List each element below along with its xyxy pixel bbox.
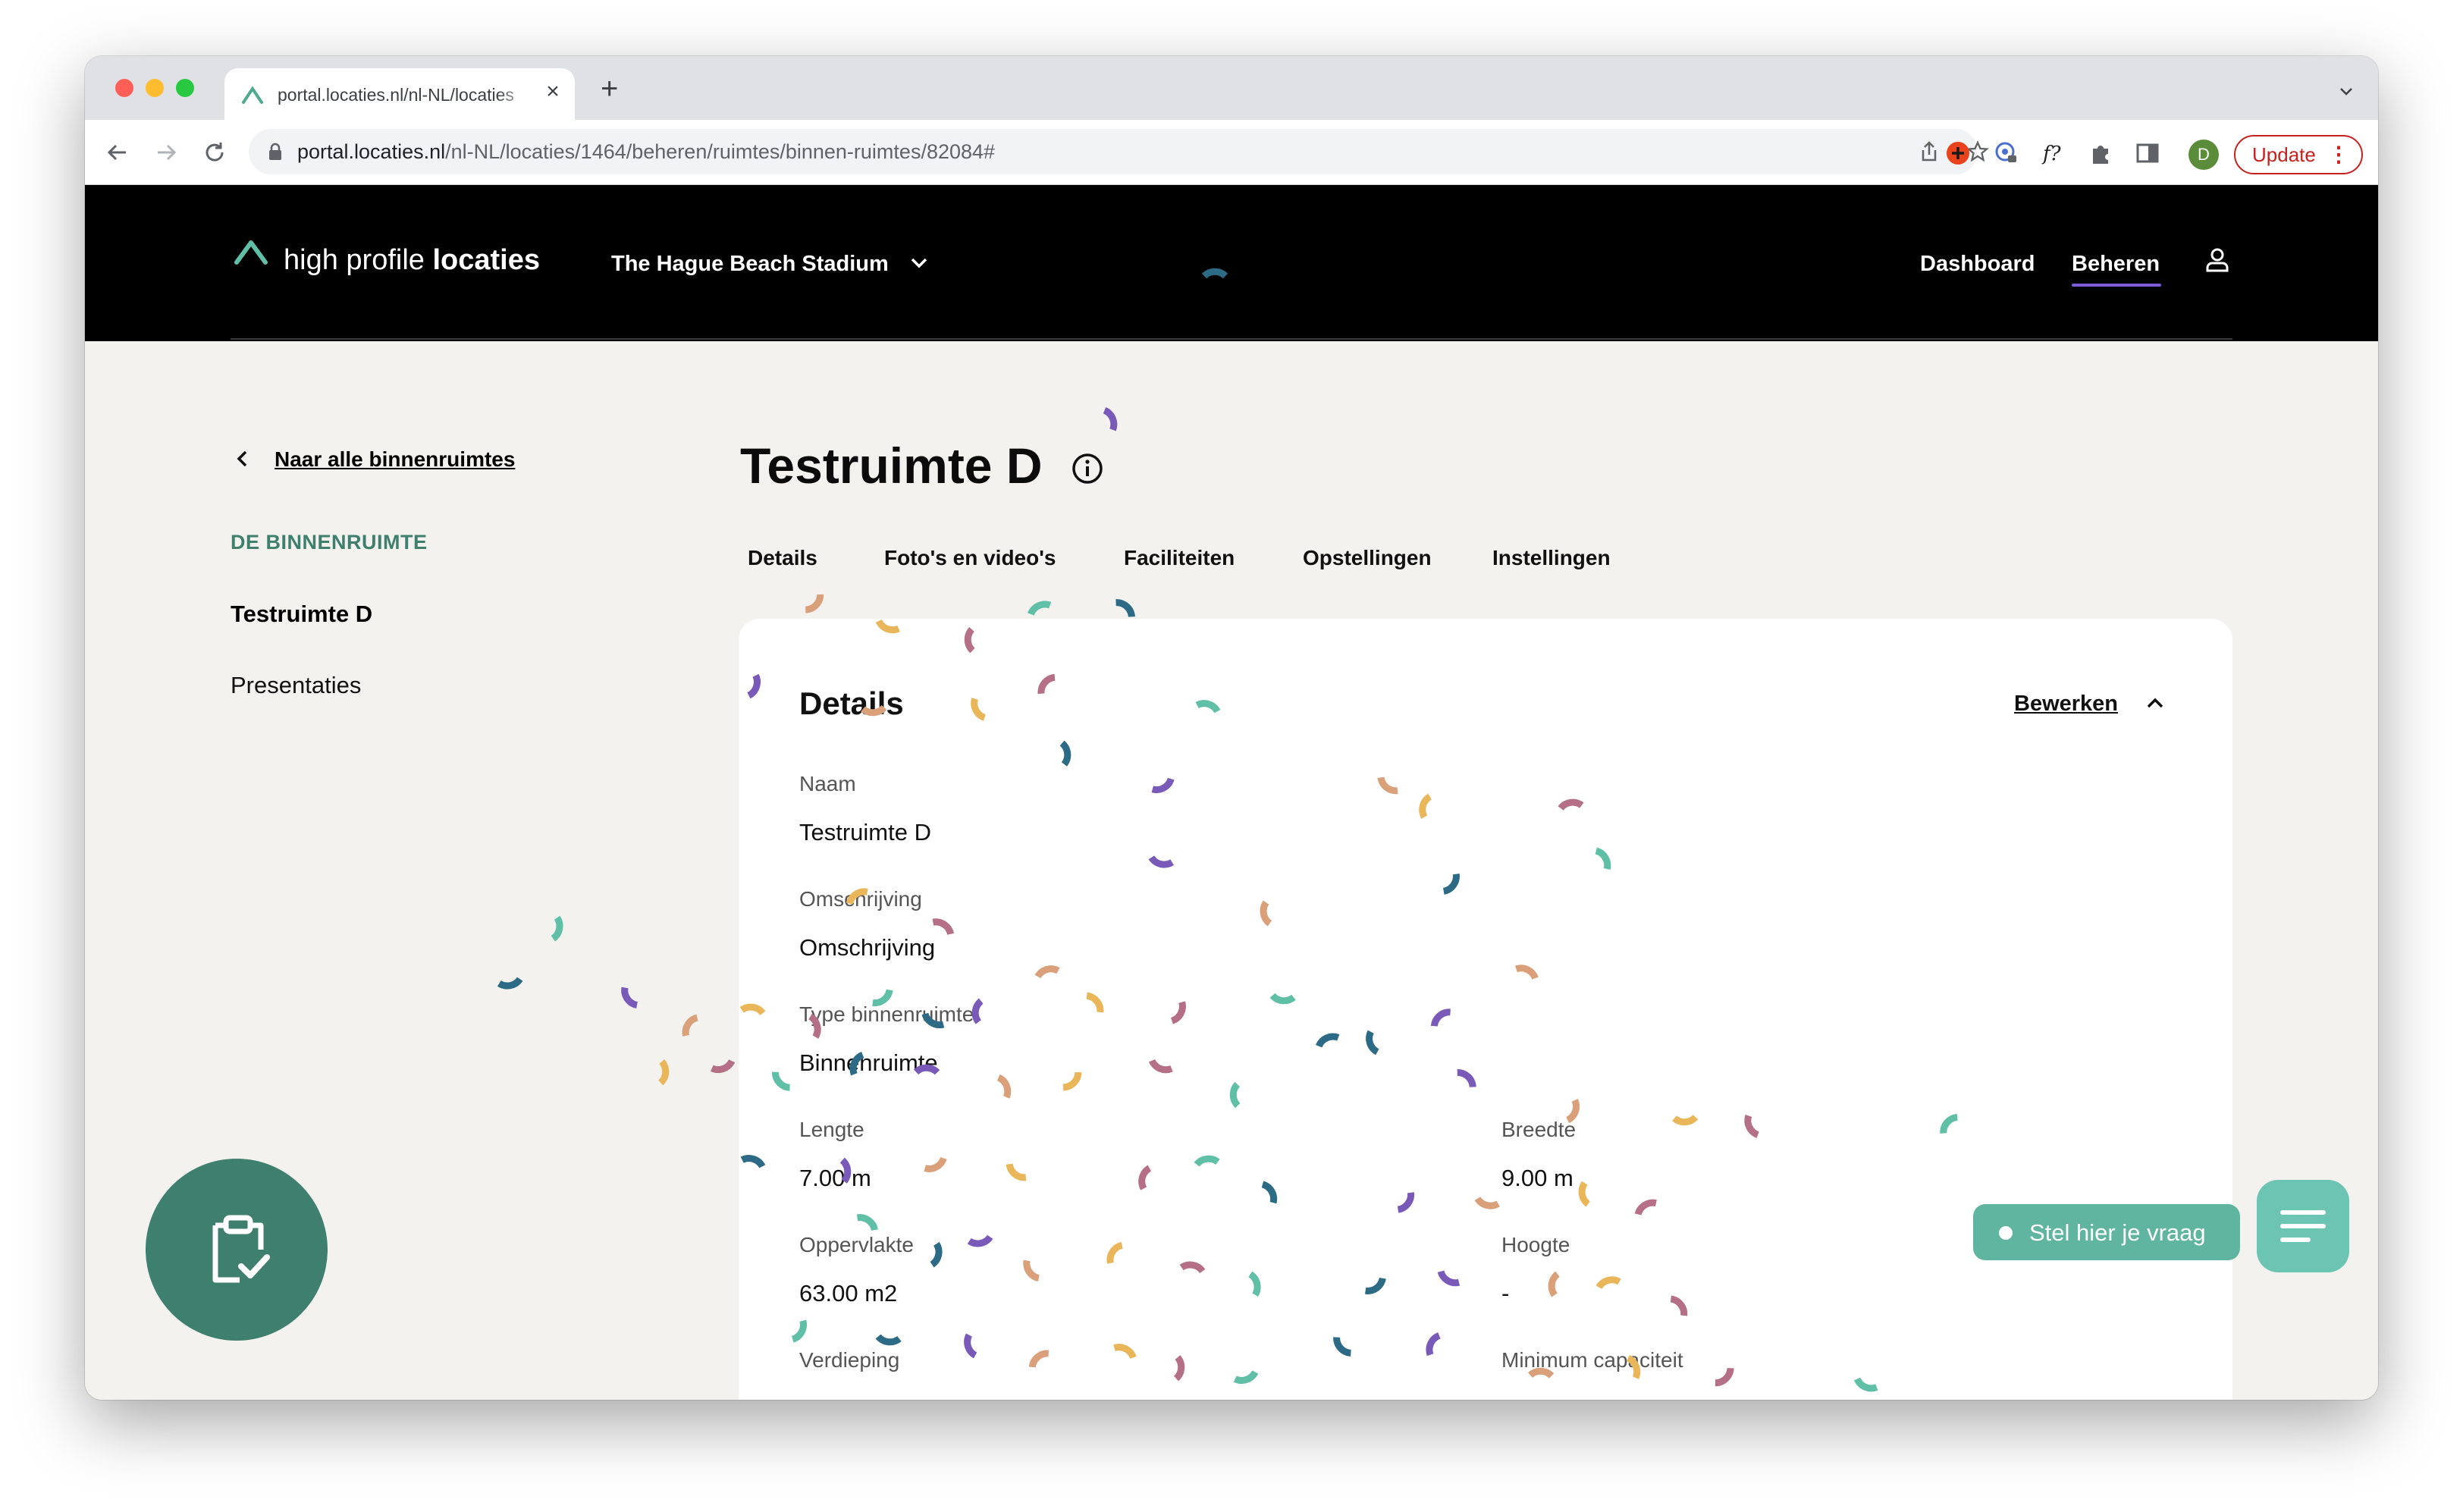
chevron-down-icon[interactable]: [908, 255, 930, 271]
confetti-piece: [1115, 599, 1135, 618]
online-dot: [1999, 1226, 2013, 1240]
venue-selector[interactable]: The Hague Beach Stadium: [611, 252, 889, 277]
field-label-oppervlakte: Oppervlakte: [799, 1233, 914, 1256]
edit-button[interactable]: Bewerken: [2014, 692, 2118, 717]
info-icon[interactable]: [1071, 452, 1104, 485]
tab-title: portal.locaties.nl/nl-NL/locaties: [278, 85, 514, 105]
field-label-lengte: Lengte: [799, 1118, 864, 1141]
back-link[interactable]: Naar alle binnenruimtes: [234, 444, 613, 475]
sidebar-item-presentaties[interactable]: Presentaties: [231, 672, 361, 699]
browser-window: portal.locaties.nl/nl-NL/locaties × + po…: [85, 56, 2378, 1400]
extension-lens-icon[interactable]: [1993, 140, 2020, 167]
tab-faciliteiten[interactable]: Faciliteiten: [1124, 546, 1235, 570]
field-value-naam: Testruimte D: [799, 819, 931, 845]
confetti-piece: [1103, 406, 1118, 431]
address-bar[interactable]: portal.locaties.nl/nl-NL/locaties/1464/b…: [249, 129, 1989, 174]
back-arrow-icon[interactable]: [105, 140, 130, 165]
field-label-minimum-capaciteit: Minimum capaciteit: [1501, 1348, 1683, 1372]
details-card: Details Bewerken Naam Testruimte D Omsch…: [739, 619, 2232, 1400]
field-label-breedte: Breedte: [1501, 1118, 1577, 1141]
field-label-omschrijving: Omschrijving: [799, 887, 922, 911]
field-label-hoogte: Hoogte: [1501, 1233, 1570, 1256]
maximize-window-button[interactable]: [176, 79, 194, 97]
header-divider: [231, 338, 2232, 340]
lock-icon: [269, 143, 281, 160]
tab-strip: portal.locaties.nl/nl-NL/locaties × +: [85, 56, 2378, 120]
sidebar-section-title: DE BINNENRUIMTE: [231, 531, 428, 554]
field-label-type: Type binnenruimte: [799, 1002, 974, 1026]
ask-question-label: Stel hier je vraag: [2029, 1219, 2206, 1246]
close-tab-icon[interactable]: ×: [541, 80, 564, 103]
ask-question-button[interactable]: Stel hier je vraag: [1973, 1204, 2240, 1260]
browser-toolbar: portal.locaties.nl/nl-NL/locaties/1464/b…: [85, 120, 2378, 185]
nav-dashboard[interactable]: Dashboard: [1920, 252, 2035, 277]
chat-menu-button[interactable]: [2257, 1180, 2349, 1272]
tab-search-chevron-icon[interactable]: [2337, 82, 2355, 100]
tab-instellingen[interactable]: Instellingen: [1492, 546, 1611, 570]
menu-lines-icon: [2280, 1210, 2326, 1242]
page-tabs: Details Foto's en video's Faciliteiten O…: [748, 546, 1734, 584]
card-title: Details: [799, 685, 904, 721]
extension-red-icon[interactable]: [1944, 140, 1972, 167]
field-label-verdieping: Verdieping: [799, 1348, 900, 1372]
confetti-piece: [682, 1014, 698, 1037]
tab-opstellingen[interactable]: Opstellingen: [1303, 546, 1432, 570]
field-label-naam: Naam: [799, 772, 856, 795]
confetti-piece: [657, 1059, 670, 1086]
logo-mark-icon: [234, 240, 268, 265]
checklist-fab-button[interactable]: [146, 1159, 328, 1341]
tab-details[interactable]: Details: [748, 546, 817, 570]
active-nav-indicator: [2072, 284, 2161, 287]
close-window-button[interactable]: [115, 79, 133, 97]
field-value-type: Binnenruimte: [799, 1049, 938, 1076]
field-value-hoogte: -: [1501, 1280, 1510, 1307]
field-value-lengte: 7.00 m: [799, 1165, 871, 1191]
svg-text:f?: f?: [2041, 143, 2062, 165]
chevron-left-icon: [237, 450, 247, 467]
side-panel-icon[interactable]: [2134, 140, 2161, 167]
field-value-breedte: 9.00 m: [1501, 1165, 1573, 1191]
update-button[interactable]: Update ⋮: [2234, 135, 2363, 174]
back-link-label[interactable]: Naar alle binnenruimtes: [275, 447, 515, 472]
confetti-piece: [551, 915, 563, 942]
url-text: portal.locaties.nl/nl-NL/locaties/1464/b…: [297, 140, 996, 163]
confetti-piece: [497, 977, 523, 990]
profile-avatar[interactable]: D: [2188, 140, 2219, 170]
confetti-piece: [1028, 601, 1052, 616]
new-tab-icon[interactable]: +: [601, 74, 618, 104]
extensions-puzzle-icon[interactable]: [2087, 140, 2114, 167]
sidebar-item-testruimte-d[interactable]: Testruimte D: [231, 601, 372, 628]
page-title: Testruimte D: [740, 438, 1043, 494]
reload-icon[interactable]: [202, 140, 227, 165]
chevron-up-icon[interactable]: [2145, 695, 2166, 711]
app-header: high profile locaties The Hague Beach St…: [85, 185, 2378, 341]
logo-text[interactable]: high profile locaties: [284, 244, 540, 277]
user-icon[interactable]: [2205, 247, 2229, 273]
confetti-piece: [805, 594, 824, 613]
extension-formula-icon[interactable]: f?: [2040, 140, 2067, 167]
minimize-window-button[interactable]: [146, 79, 164, 97]
more-menu-icon[interactable]: ⋮: [2328, 136, 2349, 173]
share-icon[interactable]: [1917, 140, 1941, 164]
nav-beheren[interactable]: Beheren: [2072, 252, 2160, 277]
forward-arrow-icon[interactable]: [153, 140, 179, 165]
browser-tab[interactable]: portal.locaties.nl/nl-NL/locaties ×: [224, 68, 575, 120]
clipboard-check-icon: [212, 1215, 270, 1283]
confetti-piece: [710, 1059, 736, 1074]
tab-fotos-videos[interactable]: Foto's en video's: [884, 546, 1056, 570]
field-value-omschrijving: Omschrijving: [799, 934, 936, 961]
confetti-piece: [621, 987, 638, 1009]
field-value-oppervlakte: 63.00 m2: [799, 1280, 898, 1307]
site-favicon-icon: [242, 86, 263, 104]
